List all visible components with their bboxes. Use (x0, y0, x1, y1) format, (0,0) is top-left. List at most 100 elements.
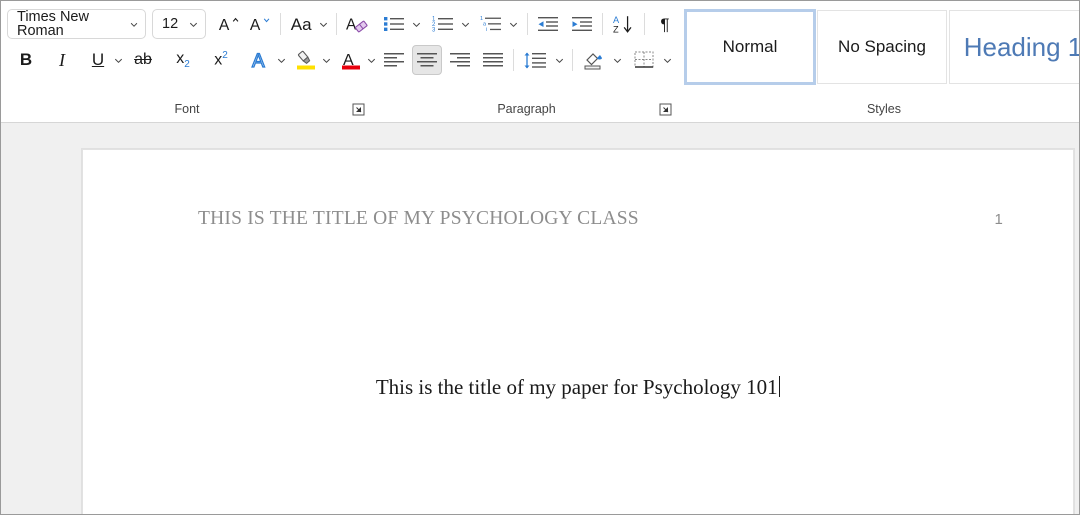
numbering-dropdown[interactable] (458, 9, 474, 39)
clear-formatting-button[interactable]: A (342, 9, 374, 39)
chevron-down-icon (318, 19, 329, 30)
paragraph-group-row-1: 1 2 3 (379, 7, 680, 41)
style-heading-1-label: Heading 1 (964, 32, 1080, 63)
font-group-row-1: Times New Roman 12 A (7, 7, 373, 41)
pilcrow-icon: ¶ (660, 16, 669, 33)
paragraph-group-label: Paragraph (373, 102, 680, 116)
bold-button[interactable]: B (11, 45, 41, 75)
divider (644, 13, 645, 35)
align-right-button[interactable] (445, 45, 475, 75)
multilevel-list-button[interactable]: 1 a i (476, 9, 506, 39)
document-page[interactable]: THIS IS THE TITLE OF MY PSYCHOLOGY CLASS… (82, 149, 1074, 515)
borders-icon (633, 50, 655, 70)
increase-indent-icon (571, 15, 593, 33)
decrease-indent-icon (537, 15, 559, 33)
underline-label: U (92, 50, 104, 70)
justify-button[interactable] (478, 45, 508, 75)
change-case-dropdown[interactable] (316, 9, 330, 39)
shading-dropdown[interactable] (609, 45, 625, 75)
svg-text:A: A (219, 17, 230, 34)
ribbon: Times New Roman 12 A (1, 1, 1079, 123)
strikethrough-button[interactable]: ab (128, 45, 158, 75)
subscript-button[interactable]: x2 (168, 45, 198, 75)
line-spacing-icon (523, 51, 547, 70)
superscript-button[interactable]: x2 (206, 45, 236, 75)
align-center-button[interactable] (412, 45, 442, 75)
shrink-font-button[interactable]: A (245, 9, 276, 39)
chevron-down-icon (321, 55, 332, 66)
bold-label: B (20, 50, 32, 70)
line-spacing-dropdown[interactable] (551, 45, 567, 75)
change-case-button[interactable]: Aa (286, 9, 316, 39)
grow-font-icon: A (218, 13, 241, 35)
underline-button[interactable]: U (83, 45, 113, 75)
ribbon-group-paragraph: 1 2 3 (373, 1, 680, 122)
dialog-launcher-icon (659, 103, 672, 116)
word-window: Times New Roman 12 A (0, 0, 1080, 515)
divider (527, 13, 528, 35)
paragraph-dialog-launcher[interactable] (659, 103, 672, 116)
font-color-button[interactable]: A (336, 45, 366, 75)
multilevel-list-dropdown[interactable] (506, 9, 522, 39)
text-effects-dropdown[interactable] (276, 45, 287, 75)
divider (572, 49, 573, 71)
increase-indent-button[interactable] (567, 9, 597, 39)
decrease-indent-button[interactable] (533, 9, 563, 39)
change-case-label: Aa (291, 16, 312, 33)
text-highlight-dropdown[interactable] (321, 45, 332, 75)
style-item-no-spacing[interactable]: No Spacing (816, 9, 948, 85)
borders-button[interactable] (629, 45, 659, 75)
chevron-down-icon (411, 19, 422, 30)
document-body[interactable]: This is the title of my paper for Psycho… (83, 375, 1073, 400)
subscript-label: x2 (176, 50, 190, 70)
line-spacing-button[interactable] (519, 45, 551, 75)
italic-button[interactable]: I (47, 45, 77, 75)
divider (336, 13, 337, 35)
font-name-input[interactable]: Times New Roman (7, 9, 146, 39)
font-dialog-launcher[interactable] (352, 103, 365, 116)
subscript-index: 2 (184, 59, 190, 70)
font-size-input[interactable]: 12 (152, 9, 206, 39)
svg-text:A: A (250, 17, 261, 34)
numbering-button[interactable]: 1 2 3 (428, 9, 458, 39)
divider (602, 13, 603, 35)
chevron-down-icon (508, 19, 519, 30)
font-group-label: Font (1, 102, 373, 116)
document-header[interactable]: THIS IS THE TITLE OF MY PSYCHOLOGY CLASS… (198, 208, 1003, 230)
justify-icon (482, 51, 504, 69)
styles-gallery: Normal No Spacing Heading 1 (680, 9, 1080, 89)
svg-text:A: A (252, 51, 265, 71)
svg-text:3: 3 (432, 28, 436, 34)
italic-label: I (59, 50, 65, 71)
paragraph-group-row-2 (379, 43, 680, 77)
align-center-icon (416, 51, 438, 69)
shading-button[interactable] (578, 45, 609, 75)
align-left-button[interactable] (379, 45, 409, 75)
chevron-down-icon (188, 19, 199, 30)
superscript-index: 2 (222, 50, 228, 61)
bullets-button[interactable] (379, 9, 409, 39)
text-effects-button[interactable]: A (246, 45, 276, 75)
style-no-spacing-label: No Spacing (838, 37, 926, 57)
font-group-rows: Times New Roman 12 A (7, 7, 373, 77)
styles-group-label: Styles (680, 102, 1080, 116)
svg-text:Z: Z (613, 24, 619, 34)
grow-font-button[interactable]: A (214, 9, 245, 39)
shrink-font-icon: A (249, 13, 272, 35)
underline-dropdown[interactable] (113, 45, 124, 75)
font-color-icon: A (340, 49, 362, 71)
superscript-label: x2 (214, 50, 228, 69)
sort-button[interactable]: A Z (608, 9, 639, 39)
chevron-down-icon (113, 55, 124, 66)
align-right-icon (449, 51, 471, 69)
style-item-normal[interactable]: Normal (684, 9, 816, 85)
borders-dropdown[interactable] (659, 45, 675, 75)
bullets-dropdown[interactable] (409, 9, 425, 39)
style-item-heading-1[interactable]: Heading 1 (948, 9, 1080, 85)
align-left-icon (383, 51, 405, 69)
text-highlight-button[interactable] (291, 45, 321, 75)
style-no-spacing-inner: No Spacing (817, 10, 947, 84)
sort-icon: A Z (612, 14, 635, 34)
show-formatting-marks-button[interactable]: ¶ (650, 9, 680, 39)
ribbon-group-font: Times New Roman 12 A (1, 1, 373, 122)
